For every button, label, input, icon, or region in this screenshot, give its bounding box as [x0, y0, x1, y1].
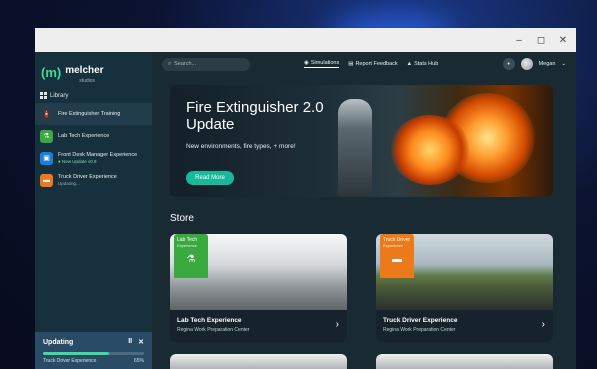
card-title: Truck Driver Experience: [383, 317, 458, 324]
feedback-icon: ▤: [348, 61, 354, 67]
update-item-name: Truck Driver Experience: [43, 358, 97, 364]
stats-icon: ▲: [406, 61, 413, 67]
top-nav: ◉ Simulations ▤ Report Feedback ▲ Stats …: [304, 60, 438, 68]
chevron-right-icon[interactable]: ›: [336, 319, 339, 330]
sidebar: (m) melcher studios Library 🧯 Fire Extin…: [35, 52, 152, 369]
update-panel: Updating II ✕ Truck Driver Experience 65…: [35, 332, 152, 369]
badge-sub: Experience: [177, 243, 198, 248]
sidebar-item-lab-tech[interactable]: ⚗ Lab Tech Experience: [35, 125, 152, 147]
update-progress-bar: [43, 352, 144, 355]
update-progress-fill: [43, 352, 109, 355]
main-content: ⌕ Search... ◉ Simulations ▤ Report Feedb…: [152, 52, 576, 369]
card-info: Lab Tech Experience Regina Work Preparat…: [170, 310, 347, 342]
sidebar-item-fire-extinguisher[interactable]: 🧯 Fire Extinguisher Training: [35, 103, 152, 125]
store-card-partial[interactable]: [376, 354, 553, 369]
update-title: Updating: [43, 338, 74, 346]
chevron-down-icon[interactable]: ⌄: [561, 61, 566, 67]
search-icon: ⌕: [168, 60, 172, 67]
melcher-logo-icon: (m): [41, 64, 62, 80]
store-card-partial[interactable]: [170, 354, 347, 369]
sidebar-item-truck-driver[interactable]: ▬ Truck Driver Experience Updating...: [35, 169, 152, 191]
card-organization: Regina Work Preparation Center: [383, 327, 456, 333]
app-window: – ◻ ✕ (m) melcher studios Library 🧯 Fire…: [35, 28, 576, 369]
card-info: Truck Driver Experience Regina Work Prep…: [376, 310, 553, 342]
grid-icon: [40, 92, 47, 99]
minimize-button[interactable]: –: [514, 35, 524, 46]
truck-icon: ▬: [392, 254, 402, 265]
hero-title: Fire Extinguisher 2.0 Update: [186, 99, 324, 133]
user-menu: • Megan ⌄: [502, 58, 566, 70]
update-percent: 65%: [133, 358, 144, 364]
lab-flask-icon: ⚗: [186, 254, 196, 265]
nav-stats-hub[interactable]: ▲ Stats Hub: [407, 60, 439, 68]
title-bar: – ◻ ✕: [35, 28, 576, 52]
close-button[interactable]: ✕: [558, 35, 568, 46]
hero-subtitle: New environments, fire types, + more!: [186, 143, 296, 150]
top-bar: ⌕ Search... ◉ Simulations ▤ Report Feedb…: [152, 52, 576, 76]
nav-report-feedback[interactable]: ▤ Report Feedback: [348, 60, 397, 68]
sidebar-item-label: Lab Tech Experience: [58, 133, 110, 139]
hero-banner[interactable]: Fire Extinguisher 2.0 Update New environ…: [170, 85, 553, 197]
sidebar-item-front-desk[interactable]: ▣ Front Desk Manager Experience ● New Up…: [35, 147, 152, 169]
user-name[interactable]: Megan: [539, 61, 556, 67]
truck-icon: ▬: [40, 173, 53, 187]
nav-label: Report Feedback: [355, 61, 398, 67]
card-title: Lab Tech Experience: [177, 317, 242, 324]
library-label: Library: [50, 92, 69, 99]
fire-graphic: [390, 115, 470, 185]
maximize-button[interactable]: ◻: [536, 35, 546, 46]
avatar[interactable]: [520, 58, 533, 70]
brand-name: melcher: [65, 65, 104, 76]
globe-icon: ◉: [304, 60, 309, 66]
front-desk-icon: ▣: [40, 151, 53, 165]
nav-label: Simulations: [310, 60, 340, 66]
search-input[interactable]: ⌕ Search...: [162, 57, 250, 71]
nav-label: Stats Hub: [414, 61, 439, 67]
nav-simulations[interactable]: ◉ Simulations: [304, 60, 340, 68]
lab-flask-icon: ⚗: [40, 129, 53, 143]
store-card-lab-tech[interactable]: Lab Tech Experience ⚗ Lab Tech Experienc…: [170, 234, 347, 342]
chevron-right-icon[interactable]: ›: [542, 319, 545, 330]
product-badge: Truck Driver Experience ▬: [380, 234, 414, 278]
store-card-truck-driver[interactable]: Truck Driver Experience ▬ Truck Driver E…: [376, 234, 553, 342]
product-badge: Lab Tech Experience ⚗: [174, 234, 208, 278]
store-heading: Store: [170, 213, 194, 224]
updating-status-text: Updating...: [58, 181, 80, 186]
fire-extinguisher-icon: 🧯: [40, 107, 53, 121]
sidebar-item-label: Truck Driver Experience: [58, 174, 117, 180]
card-organization: Regina Work Preparation Center: [177, 327, 250, 333]
close-icon[interactable]: ✕: [138, 338, 144, 346]
read-more-button[interactable]: Read More: [186, 171, 234, 185]
sidebar-item-label: Front Desk Manager Experience: [58, 152, 138, 158]
brand-logo: (m) melcher studios: [35, 52, 152, 88]
notification-bell-icon[interactable]: •: [502, 58, 515, 70]
update-available-text: ● New Update v0.9: [58, 159, 97, 164]
sidebar-item-label: Fire Extinguisher Training: [58, 111, 121, 117]
library-header[interactable]: Library: [35, 88, 152, 103]
brand-sub: studios: [79, 78, 96, 84]
badge-sub: Experience: [383, 243, 404, 248]
search-placeholder: Search...: [174, 61, 197, 67]
pause-icon[interactable]: II: [128, 338, 132, 346]
